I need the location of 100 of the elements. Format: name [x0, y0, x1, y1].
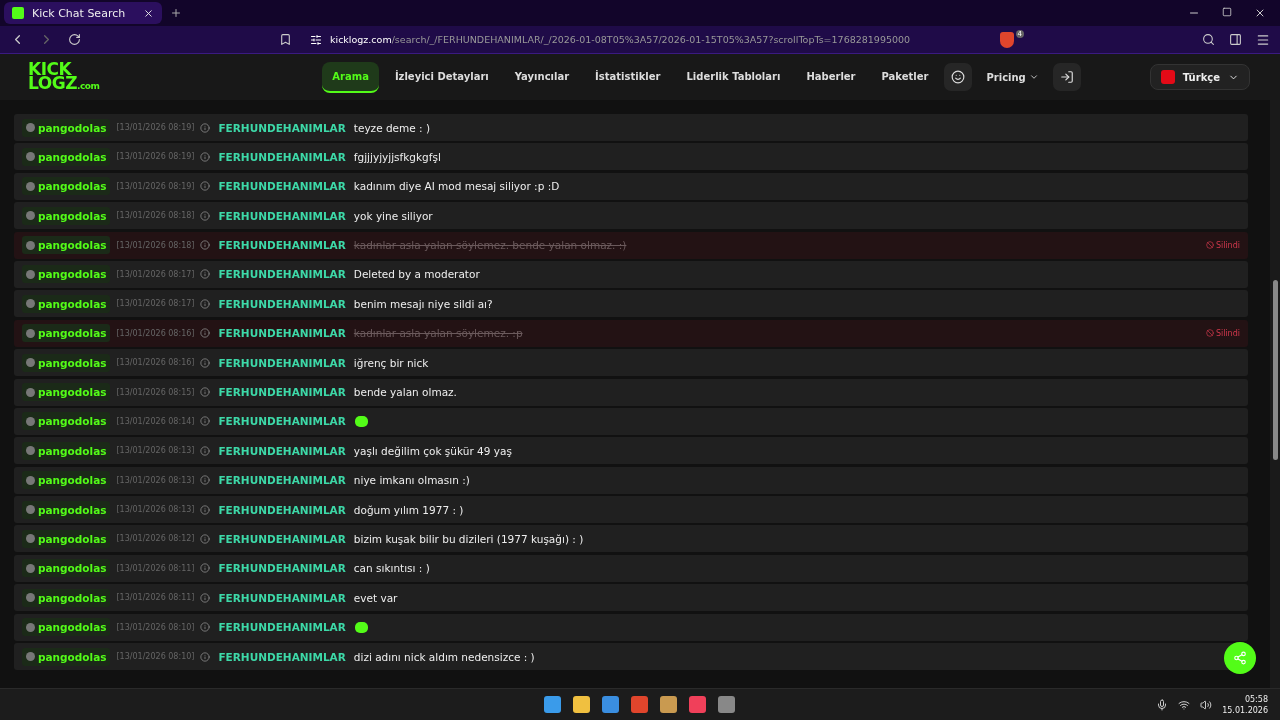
shield-icon[interactable] — [999, 31, 1014, 48]
info-icon[interactable] — [200, 328, 211, 339]
info-icon[interactable] — [200, 357, 211, 368]
taskbar-app-icon[interactable] — [660, 696, 677, 713]
info-icon[interactable] — [200, 563, 211, 574]
channel-name[interactable]: FERHUNDEHANIMLAR — [218, 650, 346, 663]
microphone-icon[interactable] — [1156, 698, 1169, 711]
nav-link[interactable]: Yayıncılar — [504, 61, 580, 93]
channel-name[interactable]: FERHUNDEHANIMLAR — [218, 386, 346, 398]
channel-name[interactable]: FERHUNDEHANIMLAR — [218, 327, 346, 340]
info-icon[interactable] — [200, 210, 211, 221]
username-tag[interactable]: pangodolas — [22, 559, 111, 578]
nav-link[interactable]: Paketler — [871, 61, 939, 93]
info-icon[interactable] — [200, 504, 211, 515]
nav-link[interactable]: Arama — [322, 61, 379, 93]
search-icon[interactable] — [1202, 33, 1215, 46]
info-icon[interactable] — [200, 622, 211, 633]
timestamp: [13/01/2026 08:13] — [116, 505, 195, 515]
browser-tab[interactable]: Kick Chat Search — [4, 2, 162, 24]
taskbar-clock[interactable]: 05:58 15.01.2026 — [1222, 693, 1268, 716]
info-icon[interactable] — [200, 269, 211, 280]
info-icon[interactable] — [200, 445, 211, 456]
channel-name[interactable]: FERHUNDEHANIMLAR — [218, 209, 346, 222]
language-select[interactable]: Türkçe — [1149, 64, 1250, 90]
url-text[interactable]: kicklogz.com/search/_/FERHUNDEHANIMLAR/_/2026-01-08T05%3A57/2026-01-15T05%3A57?scrollTopTs=1768281995000 — [330, 34, 911, 45]
avatar-icon — [26, 152, 35, 162]
username-tag[interactable]: pangodolas — [22, 353, 111, 372]
channel-name[interactable]: FERHUNDEHANIMLAR — [218, 180, 346, 193]
username-tag[interactable]: pangodolas — [22, 177, 111, 196]
info-icon[interactable] — [200, 475, 211, 486]
channel-name[interactable]: FERHUNDEHANIMLAR — [218, 415, 346, 428]
new-tab-icon[interactable] — [170, 7, 182, 19]
taskbar-app-icon[interactable] — [718, 696, 735, 713]
close-icon[interactable] — [143, 7, 154, 19]
login-button[interactable] — [1052, 63, 1081, 91]
username-tag[interactable]: pangodolas — [22, 118, 111, 137]
info-icon[interactable] — [200, 240, 211, 251]
info-icon[interactable] — [200, 533, 211, 544]
channel-name[interactable]: FERHUNDEHANIMLAR — [218, 562, 346, 575]
channel-name[interactable]: FERHUNDEHANIMLAR — [218, 297, 346, 310]
nav-link[interactable]: İzleyici Detayları — [384, 61, 499, 93]
bookmark-icon[interactable] — [279, 33, 292, 46]
channel-name[interactable]: FERHUNDEHANIMLAR — [218, 503, 346, 516]
username-tag[interactable]: pangodolas — [22, 412, 111, 431]
channel-name[interactable]: FERHUNDEHANIMLAR — [218, 150, 346, 163]
close-icon[interactable] — [1254, 7, 1266, 19]
channel-name[interactable]: FERHUNDEHANIMLAR — [218, 239, 346, 252]
username-tag[interactable]: pangodolas — [22, 441, 111, 460]
channel-name[interactable]: FERHUNDEHANIMLAR — [218, 591, 346, 604]
channel-name[interactable]: FERHUNDEHANIMLAR — [218, 621, 346, 634]
username-tag[interactable]: pangodolas — [22, 471, 111, 490]
scrollbar[interactable] — [1270, 100, 1280, 688]
taskbar-app-icon[interactable] — [544, 696, 561, 713]
username-tag[interactable]: pangodolas — [22, 500, 111, 519]
username-tag[interactable]: pangodolas — [22, 383, 111, 401]
pricing-menu[interactable]: Pricing — [978, 71, 1047, 83]
taskbar-app-icon[interactable] — [573, 696, 590, 713]
username-tag[interactable]: pangodolas — [22, 206, 111, 225]
username-tag[interactable]: pangodolas — [22, 324, 111, 343]
username-tag[interactable]: pangodolas — [22, 265, 111, 284]
avatar-icon — [26, 240, 35, 250]
message-text: teyze deme : ) — [353, 121, 431, 134]
network-icon[interactable] — [1178, 698, 1191, 711]
channel-name[interactable]: FERHUNDEHANIMLAR — [218, 121, 346, 134]
info-icon[interactable] — [200, 592, 211, 603]
channel-name[interactable]: FERHUNDEHANIMLAR — [218, 474, 346, 487]
channel-name[interactable]: FERHUNDEHANIMLAR — [218, 268, 346, 281]
username-tag[interactable]: pangodolas — [22, 294, 111, 313]
nav-link[interactable]: Liderlik Tabloları — [676, 61, 791, 93]
menu-icon[interactable] — [1256, 32, 1270, 47]
username-tag[interactable]: pangodolas — [22, 588, 111, 607]
username-tag[interactable]: pangodolas — [22, 236, 111, 255]
maximize-icon[interactable] — [1222, 7, 1232, 17]
username-tag[interactable]: pangodolas — [22, 618, 111, 637]
nav-link[interactable]: İstatistikler — [585, 61, 671, 93]
info-icon[interactable] — [200, 416, 211, 427]
info-icon[interactable] — [200, 122, 211, 133]
volume-icon[interactable] — [1200, 698, 1213, 711]
taskbar-app-icon[interactable] — [689, 696, 706, 713]
taskbar-app-icon[interactable] — [602, 696, 619, 713]
logo[interactable]: KICK LOGZ.com — [28, 61, 100, 93]
channel-name[interactable]: FERHUNDEHANIMLAR — [218, 356, 346, 369]
nav-link[interactable]: Haberler — [796, 61, 866, 93]
info-icon[interactable] — [200, 298, 211, 309]
chat-button[interactable] — [944, 63, 973, 91]
info-icon[interactable] — [200, 387, 211, 397]
info-icon[interactable] — [200, 181, 211, 192]
channel-name[interactable]: FERHUNDEHANIMLAR — [218, 444, 346, 457]
username-tag[interactable]: pangodolas — [22, 147, 111, 166]
reload-icon[interactable] — [68, 33, 81, 46]
timestamp: [13/01/2026 08:11] — [116, 593, 195, 603]
sidebar-icon[interactable] — [1229, 33, 1242, 46]
taskbar-app-icon[interactable] — [631, 696, 648, 713]
channel-name[interactable]: FERHUNDEHANIMLAR — [218, 532, 346, 545]
info-icon[interactable] — [200, 151, 211, 162]
site-settings-icon[interactable] — [310, 33, 322, 46]
message-text: can sıkıntısı : ) — [353, 562, 430, 575]
username-tag[interactable]: pangodolas — [22, 647, 111, 666]
info-icon[interactable] — [200, 651, 211, 662]
username-tag[interactable]: pangodolas — [22, 529, 111, 548]
